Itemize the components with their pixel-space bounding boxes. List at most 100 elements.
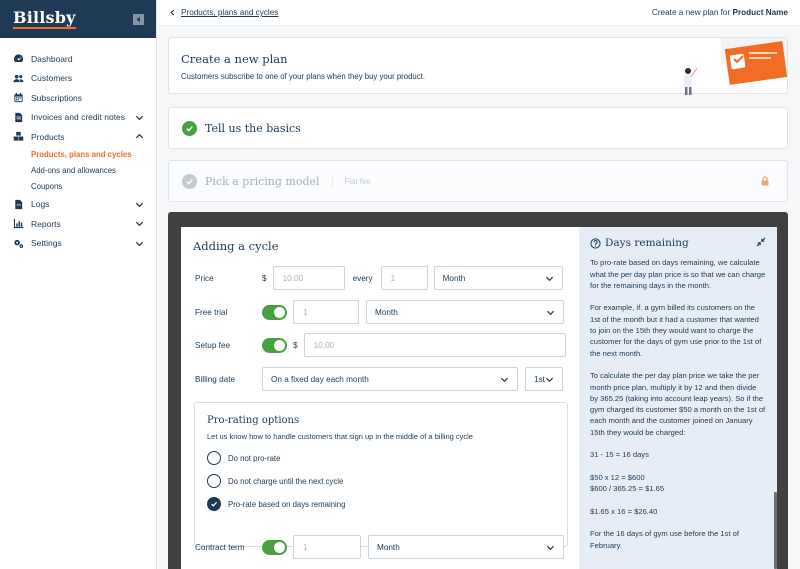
- check-circle-icon: [182, 173, 197, 189]
- chevron-down-icon: [545, 276, 553, 281]
- billing-date-select[interactable]: On a fixed day each month: [262, 367, 518, 391]
- radio-button[interactable]: [207, 451, 221, 465]
- sidebar-item-products[interactable]: Products: [0, 127, 156, 147]
- chevron-down-icon: [545, 377, 554, 382]
- step-pricing-title: Pick a pricing model: [205, 174, 320, 188]
- sidebar-item-label: Dashboard: [31, 53, 73, 64]
- contract-term-input[interactable]: 1: [293, 535, 361, 559]
- chevron-down-icon: [500, 377, 509, 382]
- contract-term-label: Contract term: [195, 542, 245, 552]
- prorate-option[interactable]: Do not pro-rate: [207, 451, 555, 465]
- breadcrumb-link[interactable]: Products, plans and cycles: [181, 8, 278, 17]
- prorate-title: Pro-rating options: [207, 415, 300, 426]
- question-circle-icon: [590, 238, 601, 249]
- contract-term-unit-select[interactable]: Month: [368, 535, 564, 559]
- prorate-option-label: Do not charge until the next cycle: [228, 476, 344, 486]
- chevron-down-icon[interactable]: [135, 200, 144, 209]
- collapse-sidebar-icon[interactable]: [133, 13, 144, 25]
- setup-fee-input[interactable]: 10.00: [303, 333, 566, 357]
- price-row: Price $ 10.00 every 1 Month: [195, 266, 563, 290]
- chevron-down-icon[interactable]: [135, 239, 144, 248]
- chevron-down-icon: [546, 310, 555, 315]
- sidebar-item-invoices[interactable]: Invoices and credit notes: [0, 108, 156, 128]
- check-circle-icon: [182, 120, 197, 136]
- free-trial-input[interactable]: 1: [293, 300, 359, 324]
- every-input[interactable]: 1: [380, 266, 428, 290]
- sidebar-item-customers[interactable]: Customers: [0, 69, 156, 89]
- currency-symbol: $: [262, 273, 267, 283]
- help-paragraph: $50 x 12 = $600: [590, 472, 645, 482]
- radio-button[interactable]: [207, 474, 221, 488]
- billing-day-select[interactable]: 1st: [525, 367, 563, 391]
- contract-term-unit-value: Month: [377, 542, 400, 552]
- free-trial-unit-select[interactable]: Month: [366, 300, 564, 324]
- help-paragraph: To pro-rate based on days remaining, we …: [590, 258, 766, 290]
- sidebar-subitem-products-plans-cycles[interactable]: Products, plans and cycles: [0, 147, 156, 163]
- gears-icon: [13, 238, 24, 249]
- logo[interactable]: Billsby: [13, 9, 76, 29]
- prorate-option[interactable]: Pro-rate based on days remaining: [207, 497, 555, 511]
- help-title-text: Days remaining: [605, 237, 689, 249]
- chevron-down-icon: [546, 545, 555, 550]
- billing-day-value: 1st: [534, 374, 545, 384]
- billing-date-value: On a fixed day each month: [271, 374, 369, 384]
- sidebar-item-label: Reports: [31, 218, 61, 229]
- sidebar-subitem-addons[interactable]: Add-ons and allowances: [0, 163, 156, 179]
- every-unit-select[interactable]: Month: [433, 266, 563, 290]
- cycle-form: Adding a cycle Price $ 10.00 every 1 Mon…: [181, 227, 579, 569]
- step-basics-title: Tell us the basics: [205, 121, 301, 135]
- step-pricing: Pick a pricing model Flat fee: [168, 160, 788, 202]
- sidebar-item-label: Customers: [31, 73, 73, 84]
- billing-date-label: Billing date: [195, 374, 236, 384]
- modal-title: Adding a cycle: [193, 239, 279, 253]
- chevron-up-icon[interactable]: [135, 132, 144, 141]
- prorate-description: Let us know how to handle customers that…: [207, 432, 473, 441]
- sidebar-item-subscriptions[interactable]: Subscriptions: [0, 88, 156, 108]
- sidebar: Billsby Dashboard Customers Subscription…: [0, 0, 157, 569]
- every-label: every: [352, 273, 373, 283]
- contract-term-row: Contract term 1 Month: [195, 535, 564, 559]
- invoice-icon: [13, 112, 24, 123]
- sidebar-item-logs[interactable]: Logs: [0, 195, 156, 215]
- prorate-option[interactable]: Do not charge until the next cycle: [207, 474, 555, 488]
- every-unit-value: Month: [442, 273, 466, 283]
- collapse-help-icon[interactable]: [756, 237, 766, 250]
- pricing-model-tag: Flat fee: [331, 176, 371, 186]
- prorate-options: Pro-rating options Let us know how to ha…: [194, 402, 568, 547]
- help-header: Days remaining: [590, 237, 766, 250]
- chevron-down-icon[interactable]: [135, 113, 144, 122]
- sidebar-item-reports[interactable]: Reports: [0, 214, 156, 234]
- free-trial-toggle[interactable]: [262, 304, 287, 320]
- context-prefix: Create a new plan for: [651, 8, 731, 17]
- sidebar-item-label: Products: [31, 131, 65, 142]
- setup-fee-row: Setup fee $ 10.00: [195, 333, 566, 357]
- sidebar-item-label: Settings: [31, 238, 62, 249]
- context-product: Product Name: [732, 8, 788, 17]
- help-paragraph: For example, if. a gym billed its custom…: [590, 303, 762, 358]
- setup-fee-label: Setup fee: [195, 340, 231, 350]
- free-trial-row: Free trial 1 Month: [195, 300, 564, 324]
- page-context: Create a new plan for Product Name: [652, 8, 788, 17]
- contract-term-toggle[interactable]: [262, 539, 287, 555]
- help-scrollbar[interactable]: [774, 492, 777, 569]
- chevron-left-icon: [170, 9, 175, 16]
- chart-icon: [13, 218, 24, 229]
- help-panel: Days remaining To pro-rate based on days…: [579, 227, 777, 569]
- sidebar-item-dashboard[interactable]: Dashboard: [0, 49, 156, 69]
- setup-fee-toggle[interactable]: [262, 337, 287, 353]
- sidebar-item-settings[interactable]: Settings: [0, 234, 156, 254]
- breadcrumb[interactable]: Products, plans and cycles: [169, 8, 278, 17]
- step-basics[interactable]: Tell us the basics: [168, 107, 788, 149]
- help-paragraph: For the 16 days of gym use before the 1s…: [590, 529, 740, 550]
- chevron-down-icon[interactable]: [135, 219, 144, 228]
- radio-button-checked[interactable]: [207, 497, 221, 511]
- check-icon: [211, 501, 218, 507]
- help-title: Days remaining: [590, 237, 689, 249]
- add-cycle-modal: Adding a cycle Price $ 10.00 every 1 Mon…: [181, 227, 777, 569]
- sidebar-subitem-coupons[interactable]: Coupons: [0, 179, 156, 195]
- billing-date-row: Billing date On a fixed day each month 1…: [195, 367, 563, 391]
- price-input[interactable]: 10.00: [272, 266, 345, 290]
- help-paragraph: 31 - 15 = 16 days: [590, 450, 649, 460]
- help-paragraph: $1.65 x 16 = $26.40: [590, 506, 658, 516]
- file-icon: [13, 199, 24, 210]
